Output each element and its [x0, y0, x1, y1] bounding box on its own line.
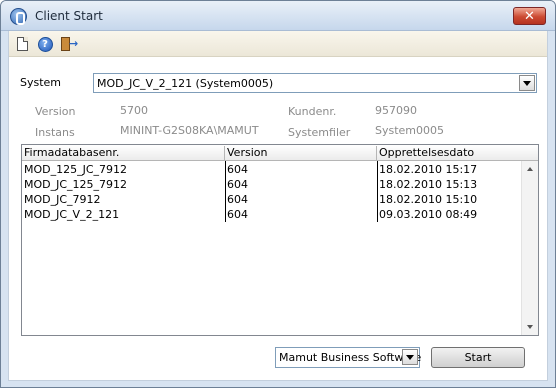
mamut-app-icon	[10, 8, 27, 25]
column-header-opprettelsesdato[interactable]: Opprettelsesdato	[377, 146, 538, 161]
help-button[interactable]: ?	[36, 35, 54, 53]
table-row[interactable]: MOD_JC_V_2_121 604 09.03.2010 08:49	[22, 207, 521, 222]
chevron-down-icon	[406, 354, 414, 360]
arrow-down-icon	[527, 325, 533, 329]
table-row[interactable]: MOD_JC_125_7912 604 18.02.2010 15:13	[22, 177, 521, 192]
close-icon: ✕	[524, 8, 535, 24]
client-start-window: Client Start ✕ ? → System MOD_JC_V_2_121…	[0, 0, 556, 388]
row-date-cell: 18.02.2010 15:17	[379, 163, 478, 176]
table-row[interactable]: MOD_125_JC_7912 604 18.02.2010 15:17	[22, 162, 521, 177]
new-button[interactable]	[13, 35, 31, 53]
version-label: Version	[35, 105, 76, 118]
row-version-cell: 604	[227, 193, 248, 206]
system-select[interactable]: MOD_JC_V_2_121 (System0005)	[93, 73, 537, 93]
vertical-scrollbar[interactable]	[521, 161, 538, 335]
scroll-up-button[interactable]	[522, 161, 538, 177]
kundenr-value: 957090	[375, 104, 417, 117]
chevron-down-icon	[523, 80, 531, 86]
exit-button[interactable]: →	[59, 35, 78, 53]
window-title: Client Start	[35, 9, 103, 23]
new-document-icon	[16, 37, 28, 51]
arrow-up-icon	[527, 167, 533, 171]
column-header-firmadatabase[interactable]: Firmadatabasenr.	[22, 146, 225, 161]
instans-label: Instans	[35, 126, 75, 139]
start-button-label: Start	[464, 351, 492, 364]
row-date-cell: 09.03.2010 08:49	[379, 208, 478, 221]
row-version-cell: 604	[227, 178, 248, 191]
system-select-value: MOD_JC_V_2_121 (System0005)	[97, 77, 274, 90]
close-button[interactable]: ✕	[513, 7, 546, 25]
systemfiler-label: Systemfiler	[288, 126, 351, 139]
row-date-cell: 18.02.2010 15:13	[379, 178, 478, 191]
title-bar[interactable]: Client Start ✕	[1, 1, 555, 31]
row-version-cell: 604	[227, 208, 248, 221]
row-database-cell: MOD_JC_125_7912	[24, 178, 128, 191]
product-select-value: Mamut Business Software	[279, 351, 422, 364]
table-row[interactable]: MOD_JC_7912 604 18.02.2010 15:10	[22, 192, 521, 207]
exit-icon: →	[60, 36, 78, 52]
database-list[interactable]: Firmadatabasenr. Version Opprettelsesdat…	[21, 144, 539, 336]
grid-header: Firmadatabasenr. Version Opprettelsesdat…	[22, 145, 538, 161]
help-icon: ?	[37, 36, 53, 52]
column-header-version[interactable]: Version	[225, 146, 377, 161]
system-dropdown-button[interactable]	[519, 75, 535, 91]
product-dropdown-button[interactable]	[402, 349, 418, 365]
product-select[interactable]: Mamut Business Software	[275, 347, 422, 368]
system-label: System	[20, 76, 62, 89]
toolbar: ? →	[9, 31, 547, 57]
row-database-cell: MOD_125_JC_7912	[24, 163, 128, 176]
systemfiler-value: System0005	[375, 124, 445, 137]
start-button[interactable]: Start	[431, 347, 525, 368]
client-area: ? → System MOD_JC_V_2_121 (System0005) V…	[8, 31, 548, 381]
row-version-cell: 604	[227, 163, 248, 176]
row-date-cell: 18.02.2010 15:10	[379, 193, 478, 206]
version-value: 5700	[120, 104, 148, 117]
scroll-down-button[interactable]	[522, 319, 538, 335]
row-database-cell: MOD_JC_7912	[24, 193, 101, 206]
row-database-cell: MOD_JC_V_2_121	[24, 208, 120, 221]
kundenr-label: Kundenr.	[288, 105, 337, 118]
instans-value: MININT-G2S08KA\MAMUT	[120, 124, 259, 137]
